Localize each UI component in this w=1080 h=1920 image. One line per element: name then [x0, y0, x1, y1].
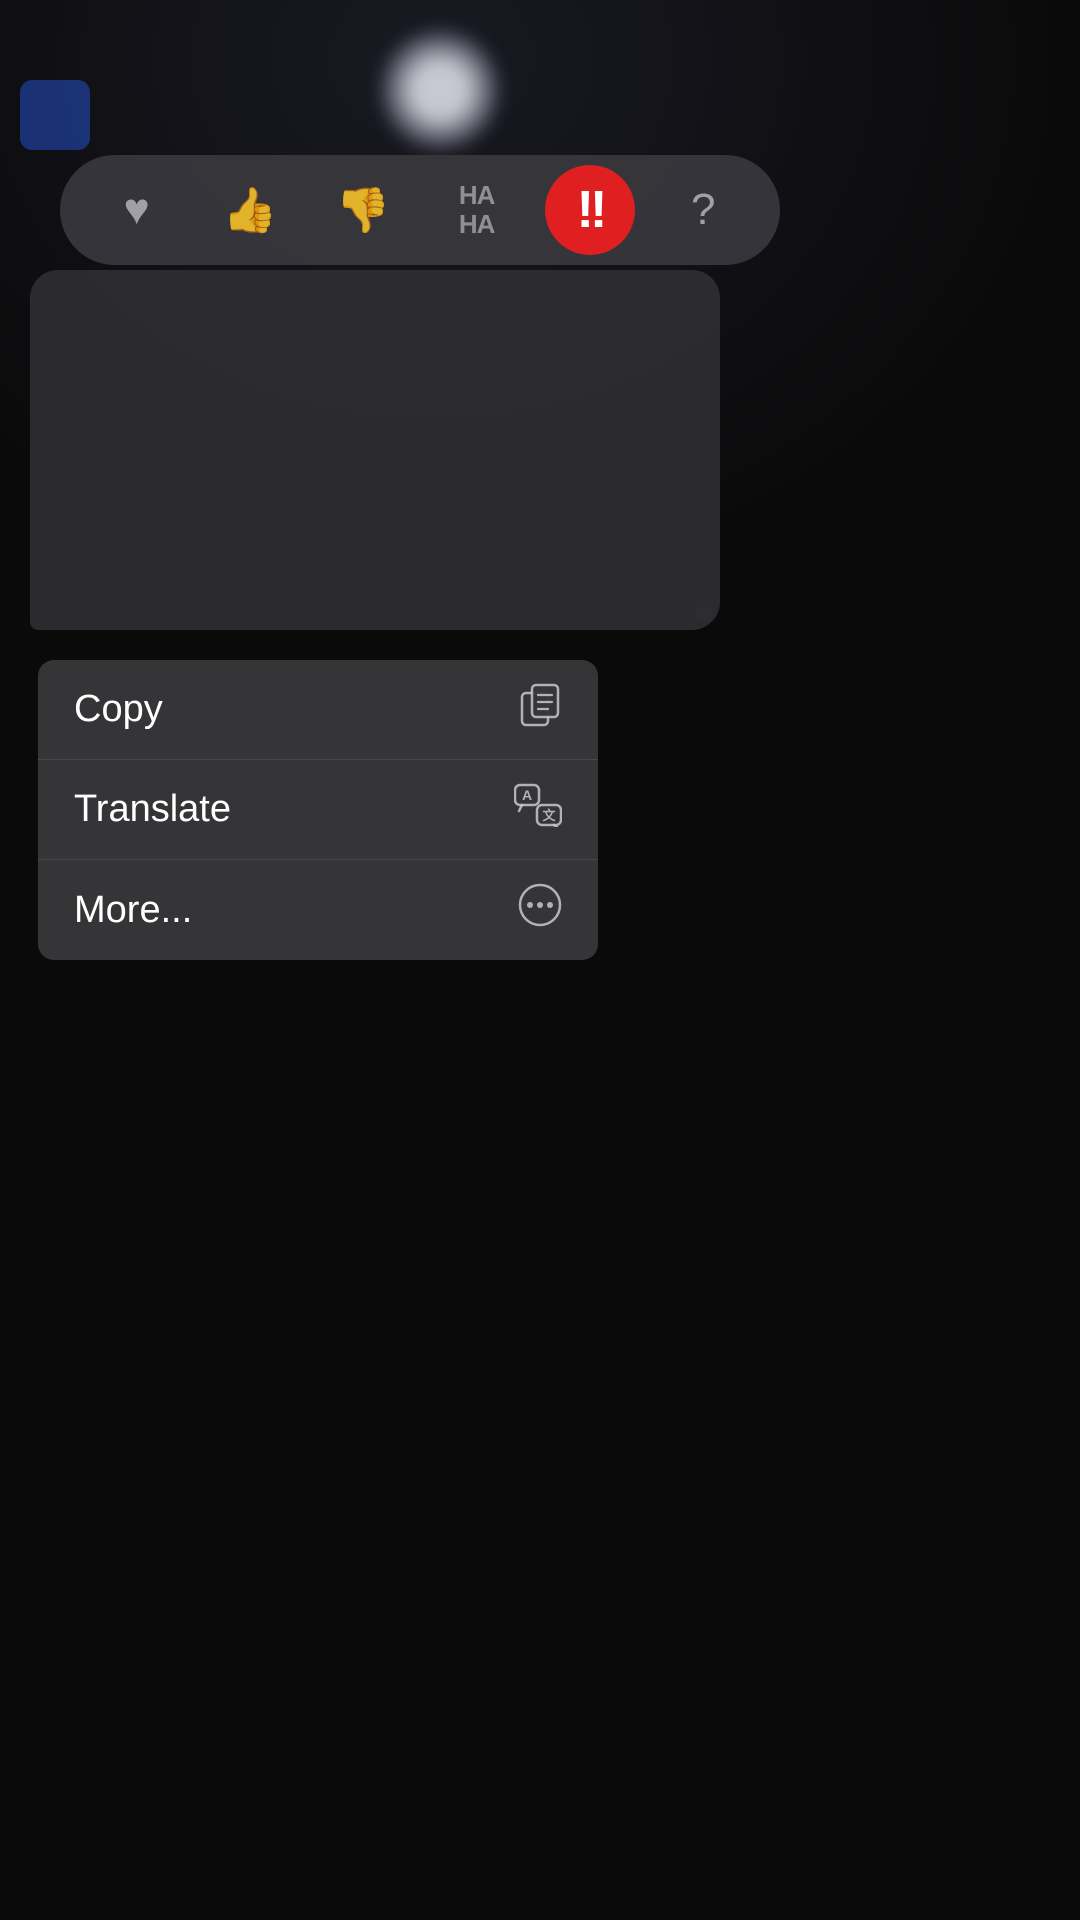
thumbsup-icon: 👍 [223, 184, 278, 236]
question-icon: ? [691, 185, 715, 235]
copy-label: Copy [74, 688, 163, 731]
more-menu-item[interactable]: More... [38, 860, 598, 960]
avatar [20, 80, 90, 150]
bubble-tail [695, 605, 713, 623]
message-bubble [30, 270, 720, 630]
translate-label: Translate [74, 788, 231, 831]
thumbsup-reaction-button[interactable]: 👍 [205, 165, 295, 255]
contact-avatar [380, 30, 500, 150]
copy-menu-item[interactable]: Copy [38, 660, 598, 760]
copy-icon [518, 683, 562, 737]
reaction-bar: ♥ 👍 👎 HAHA !! ? [60, 155, 780, 265]
context-menu: Copy Translate A [38, 660, 598, 960]
exclaim-icon: !! [577, 180, 604, 240]
translate-icon: A 文 [514, 783, 562, 837]
heart-reaction-button[interactable]: ♥ [92, 165, 182, 255]
translate-menu-item[interactable]: Translate A 文 [38, 760, 598, 860]
more-icon [518, 883, 562, 937]
svg-text:文: 文 [542, 808, 556, 823]
haha-reaction-button[interactable]: HAHA [432, 165, 522, 255]
more-label: More... [74, 889, 192, 932]
haha-icon: HAHA [459, 181, 495, 238]
svg-text:A: A [522, 787, 532, 803]
thumbsdown-icon: 👎 [336, 184, 391, 236]
heart-icon: ♥ [124, 185, 150, 235]
emphasize-reaction-button[interactable]: !! [545, 165, 635, 255]
question-reaction-button[interactable]: ? [658, 165, 748, 255]
thumbsdown-reaction-button[interactable]: 👎 [318, 165, 408, 255]
